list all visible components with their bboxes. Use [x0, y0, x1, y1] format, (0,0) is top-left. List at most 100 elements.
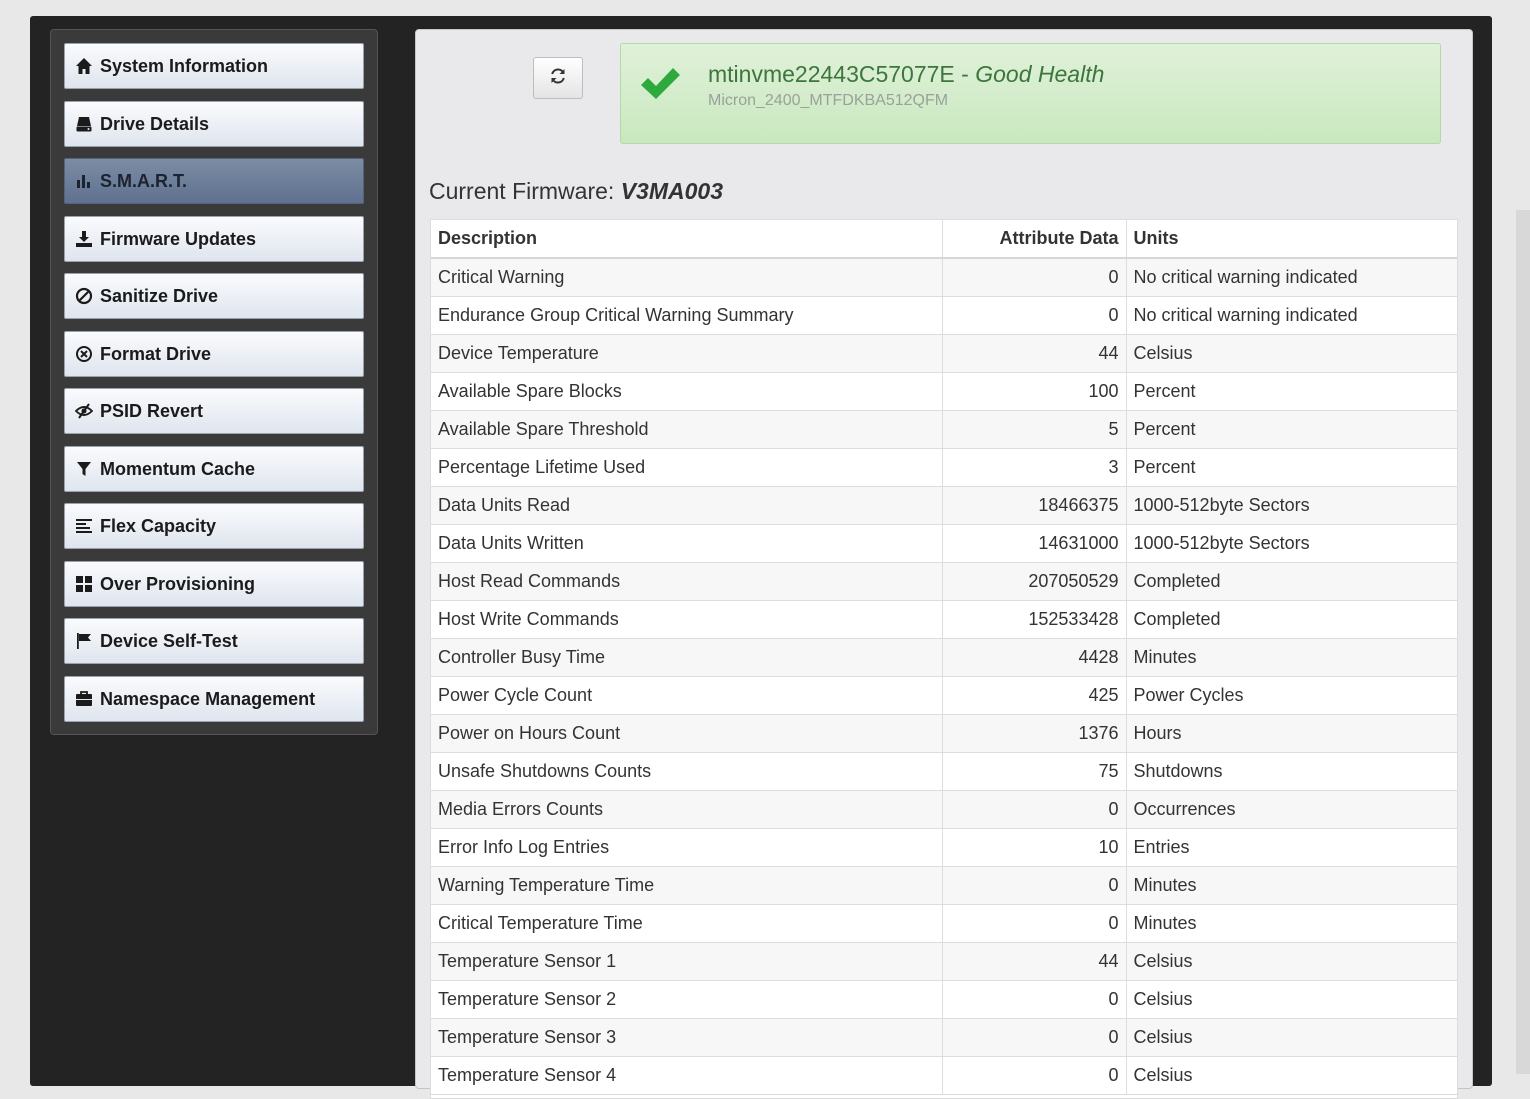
sidebar-nav: System Information Drive Details S.M.A.R… — [50, 29, 378, 735]
cell-units: Power Cycles — [1126, 676, 1457, 715]
table-row: Device Temperature 44 Celsius — [431, 334, 1457, 373]
current-firmware: Current Firmware: V3MA003 — [429, 178, 723, 205]
refresh-button[interactable] — [533, 57, 583, 99]
sidebar-item-smart[interactable]: S.M.A.R.T. — [64, 158, 364, 204]
cell-description: Host Write Commands — [431, 600, 943, 639]
sidebar-item-format-drive[interactable]: Format Drive — [64, 331, 364, 377]
cell-description: Percentage Lifetime Used — [431, 448, 943, 487]
sidebar-item-label: Namespace Management — [100, 688, 316, 709]
cell-attribute-data: 4428 — [942, 638, 1127, 677]
column-header-attribute-data: Attribute Data — [942, 220, 1127, 259]
cell-description: Data Units Written — [431, 524, 943, 563]
grid-icon — [75, 575, 93, 593]
cell-description: Temperature Sensor 3 — [431, 1018, 943, 1057]
cell-attribute-data: 75 — [942, 752, 1127, 791]
health-status-banner: mtinvme22443C57077E - Good Health Micron… — [620, 43, 1441, 144]
table-row: Controller Busy Time 4428 Minutes — [431, 638, 1457, 677]
health-title: mtinvme22443C57077E - Good Health — [708, 61, 1104, 88]
cell-attribute-data: 0 — [942, 866, 1127, 905]
ban-icon — [75, 287, 93, 305]
table-row: Temperature Sensor 3 0 Celsius — [431, 1018, 1457, 1057]
sidebar-item-system-information[interactable]: System Information — [64, 43, 364, 89]
table-row: Temperature Sensor 2 0 Celsius — [431, 980, 1457, 1019]
column-header-description: Description — [431, 220, 943, 259]
cell-description: Media Errors Counts — [431, 790, 943, 829]
sidebar-item-label: S.M.A.R.T. — [100, 170, 188, 191]
sidebar-item-flex-capacity[interactable]: Flex Capacity — [64, 503, 364, 549]
cell-description: Device Temperature — [431, 334, 943, 373]
cell-attribute-data: 0 — [942, 904, 1127, 943]
sidebar-item-label: System Information — [100, 55, 269, 76]
main-panel: mtinvme22443C57077E - Good Health Micron… — [415, 29, 1473, 1099]
table-row: Temperature Sensor 1 44 Celsius — [431, 942, 1457, 981]
cell-attribute-data: 0 — [942, 980, 1127, 1019]
cell-description: Host Read Commands — [431, 562, 943, 601]
briefcase-icon — [75, 690, 93, 708]
cell-attribute-data: 0 — [942, 258, 1127, 297]
sidebar-item-sanitize-drive[interactable]: Sanitize Drive — [64, 273, 364, 319]
cell-attribute-data: 425 — [942, 676, 1127, 715]
cell-units: Minutes — [1126, 866, 1457, 905]
table-row: Host Read Commands 207050529 Completed — [431, 562, 1457, 601]
sidebar-item-label: Flex Capacity — [100, 515, 217, 536]
table-row: Power on Hours Count 1376 Hours — [431, 714, 1457, 753]
cell-description: Available Spare Blocks — [431, 372, 943, 411]
table-row: Critical Temperature Time 0 Minutes — [431, 904, 1457, 943]
sidebar-item-label: Over Provisioning — [100, 573, 256, 594]
cell-attribute-data: 5 — [942, 410, 1127, 449]
table-row: Critical Warning 0 No critical warning ind… — [431, 258, 1457, 297]
cell-units: Occurrences — [1126, 790, 1457, 829]
sidebar-item-psid-revert[interactable]: PSID Revert — [64, 388, 364, 434]
cell-attribute-data: 44 — [942, 334, 1127, 373]
cell-units: Celsius — [1126, 980, 1457, 1019]
sidebar-item-firmware-updates[interactable]: Firmware Updates — [64, 216, 364, 262]
sidebar-item-namespace-management[interactable]: Namespace Management — [64, 676, 364, 722]
table-row: Data Units Written 14631000 1000-512byte S… — [431, 524, 1457, 563]
table-row: Percentage Lifetime Used 3 Percent — [431, 448, 1457, 487]
cell-attribute-data: 14631000 — [942, 524, 1127, 563]
cell-units: Celsius — [1126, 1056, 1457, 1095]
cell-units: Percent — [1126, 448, 1457, 487]
cell-units: Minutes — [1126, 638, 1457, 677]
cell-attribute-data: 0 — [942, 1018, 1127, 1057]
cell-description: Power on Hours Count — [431, 714, 943, 753]
firmware-label: Current Firmware: — [429, 178, 621, 204]
page-scrollbar[interactable] — [1516, 210, 1530, 1074]
cell-description: Temperature Sensor 4 — [431, 1056, 943, 1095]
sidebar-item-momentum-cache[interactable]: Momentum Cache — [64, 446, 364, 492]
cell-units: Celsius — [1126, 942, 1457, 981]
checkmark-icon — [641, 68, 680, 99]
cell-description: Endurance Group Critical Warning Summary — [431, 296, 943, 335]
smart-table-container[interactable]: Description Attribute Data Units Critica… — [430, 219, 1458, 1099]
cell-description: Data Units Read — [431, 486, 943, 525]
table-row: Warning Temperature Time 0 Minutes — [431, 866, 1457, 905]
flag-icon — [75, 632, 93, 650]
cell-description: Available Spare Threshold — [431, 410, 943, 449]
home-icon — [75, 57, 93, 75]
sidebar-item-label: Device Self-Test — [100, 630, 238, 651]
cell-attribute-data: 3 — [942, 448, 1127, 487]
cell-attribute-data: 0 — [942, 1056, 1127, 1095]
filter-icon — [75, 460, 93, 478]
health-status: Good Health — [975, 61, 1105, 87]
cell-description: Critical Warning — [431, 258, 943, 297]
cell-attribute-data: 18466375 — [942, 486, 1127, 525]
table-row: Host Write Commands 152533428 Completed — [431, 600, 1457, 639]
table-row: Temperature Sensor 4 0 Celsius — [431, 1056, 1457, 1095]
sidebar-item-drive-details[interactable]: Drive Details — [64, 101, 364, 147]
column-header-units: Units — [1126, 220, 1457, 259]
drive-serial: mtinvme22443C57077E — [708, 61, 955, 87]
table-row: Power Cycle Count 425 Power Cycles — [431, 676, 1457, 715]
cell-units: Percent — [1126, 410, 1457, 449]
table-row: Error Info Log Entries 10 Entries — [431, 828, 1457, 867]
cell-attribute-data: 207050529 — [942, 562, 1127, 601]
cell-units: Percent — [1126, 372, 1457, 411]
sidebar-item-device-self-test[interactable]: Device Self-Test — [64, 618, 364, 664]
firmware-version: V3MA003 — [620, 178, 723, 204]
sidebar-item-over-provisioning[interactable]: Over Provisioning — [64, 561, 364, 607]
cell-description: Controller Busy Time — [431, 638, 943, 677]
table-row: Endurance Group Critical Warning Summary… — [431, 296, 1457, 335]
cell-units: Hours — [1126, 714, 1457, 753]
health-separator: - — [954, 61, 976, 87]
cell-units: Celsius — [1126, 334, 1457, 373]
